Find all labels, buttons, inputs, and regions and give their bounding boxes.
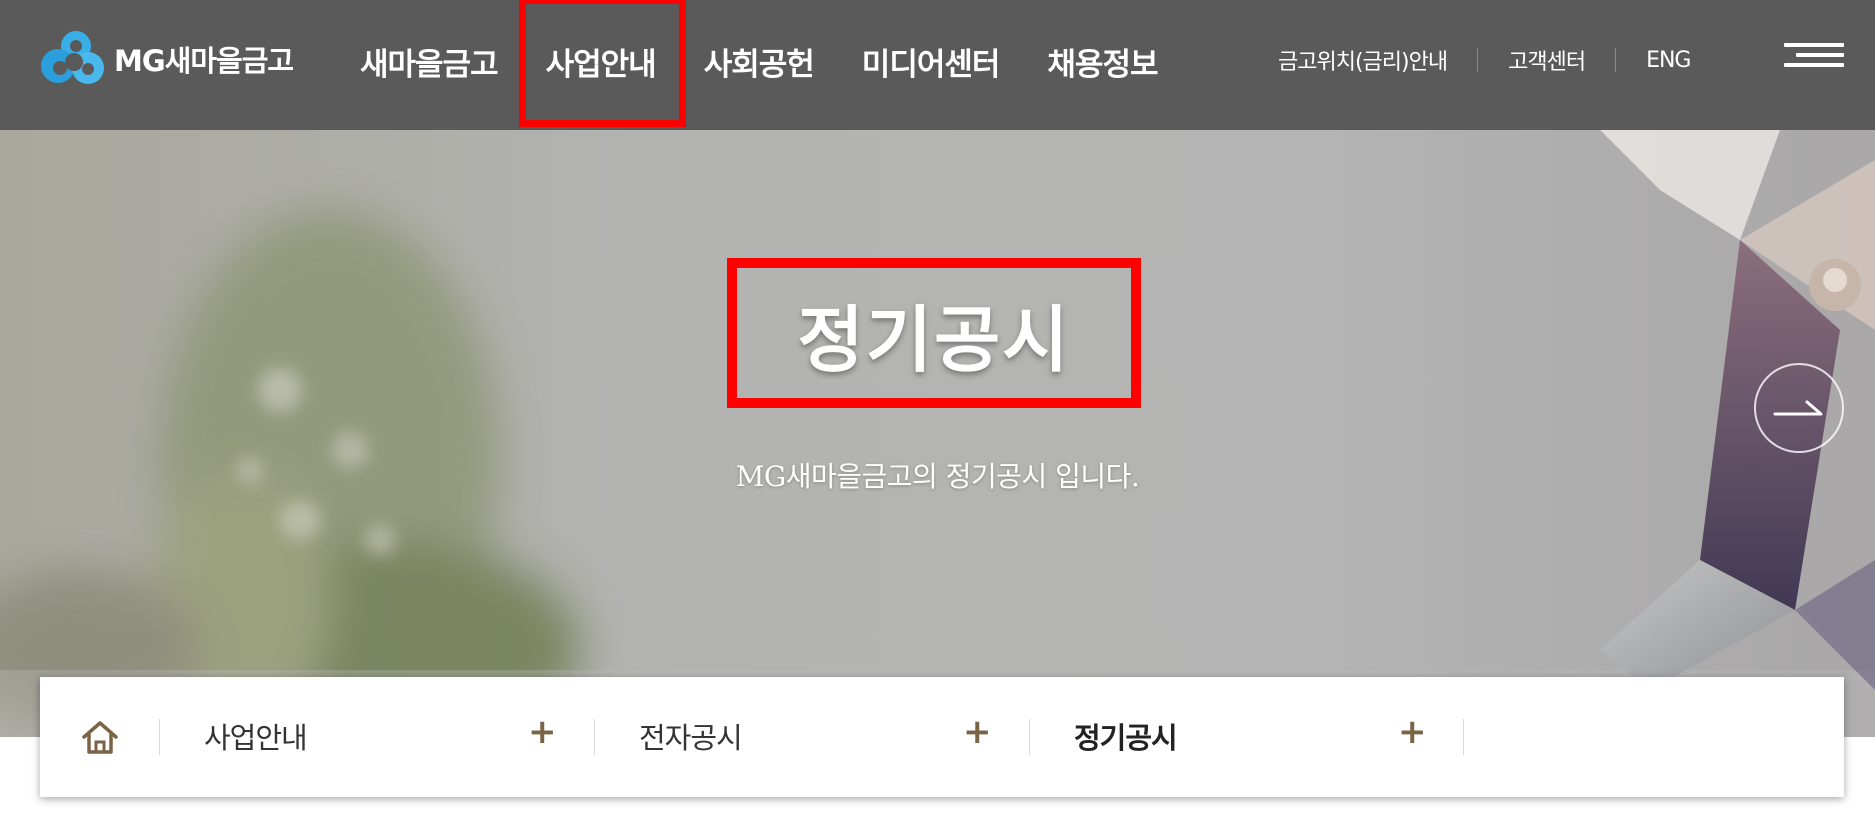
- nav-item-media[interactable]: 미디어센터: [862, 39, 1001, 84]
- hamburger-menu-icon[interactable]: [1784, 43, 1844, 73]
- breadcrumb-expand-icon[interactable]: +: [963, 715, 992, 749]
- utility-nav: 금고위치(금리)안내 고객센터 ENG: [1278, 0, 1691, 120]
- util-customer-center-link[interactable]: 고객센터: [1508, 44, 1586, 76]
- util-eng-link[interactable]: ENG: [1646, 48, 1691, 73]
- breadcrumb: 사업안내 + 전자공시 + 정기공시 +: [40, 677, 1844, 797]
- breadcrumb-divider: [1463, 719, 1464, 755]
- breadcrumb-item-regular-disclosure[interactable]: 정기공시: [1074, 715, 1178, 757]
- breadcrumb-divider: [1029, 719, 1030, 755]
- site-header: MG새마을금고 새마을금고 사업안내 사회공헌 미디어센터 채용정보 금고위치(…: [0, 0, 1875, 130]
- breadcrumb-item-business[interactable]: 사업안내: [204, 715, 308, 757]
- util-divider: [1615, 48, 1617, 72]
- nav-item-recruit[interactable]: 채용정보: [1047, 39, 1158, 84]
- nav-item-social[interactable]: 사회공헌: [704, 39, 815, 84]
- hero-background-image: [0, 130, 1875, 737]
- home-icon[interactable]: [80, 719, 120, 755]
- breadcrumb-expand-icon[interactable]: +: [528, 715, 557, 749]
- breadcrumb-divider: [594, 719, 595, 755]
- hero-title: 정기공시: [797, 297, 1071, 382]
- hero-subtitle: MG새마을금고의 정기공시 입니다.: [735, 460, 1140, 493]
- logo-text: MG새마을금고: [114, 44, 294, 78]
- breadcrumb-expand-icon[interactable]: +: [1398, 715, 1427, 749]
- logo-cloud-icon: [41, 31, 104, 84]
- main-nav: 새마을금고 사업안내 사회공헌 미디어센터 채용정보: [360, 0, 1206, 127]
- nav-item-saemaeul[interactable]: 새마을금고: [360, 39, 499, 84]
- breadcrumb-item-disclosure[interactable]: 전자공시: [639, 715, 743, 757]
- nav-item-business[interactable]: 사업안내: [518, 0, 686, 127]
- util-location-link[interactable]: 금고위치(금리)안내: [1278, 44, 1448, 76]
- next-slide-button[interactable]: [1754, 363, 1844, 453]
- hero-title-highlight: 정기공시: [727, 258, 1141, 408]
- page: MG새마을금고 새마을금고 사업안내 사회공헌 미디어센터 채용정보 금고위치(…: [0, 0, 1875, 840]
- hero-banner: 정기공시 MG새마을금고의 정기공시 입니다.: [0, 130, 1875, 737]
- mg-logo[interactable]: MG새마을금고: [38, 28, 294, 90]
- breadcrumb-divider: [159, 719, 160, 755]
- arrow-right-icon: [1773, 400, 1823, 416]
- util-divider: [1477, 48, 1479, 72]
